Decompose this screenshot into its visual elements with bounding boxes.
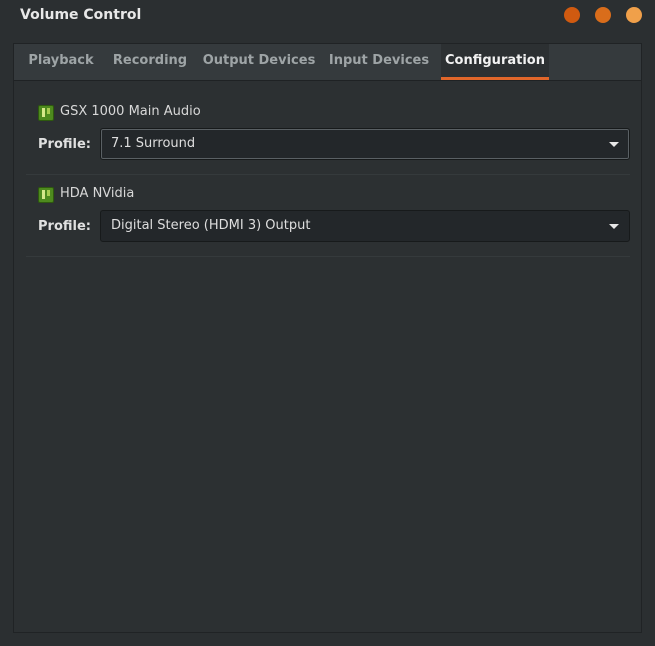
chevron-down-icon <box>609 224 619 229</box>
chevron-down-icon <box>609 142 619 147</box>
profile-label: Profile: <box>38 219 91 234</box>
tab-input-devices[interactable]: Input Devices <box>324 44 434 80</box>
profile-label: Profile: <box>38 137 91 152</box>
notebook: Playback Recording Output Devices Input … <box>13 43 642 633</box>
tab-output-devices[interactable]: Output Devices <box>200 44 318 80</box>
profile-dropdown[interactable]: 7.1 Surround <box>100 128 630 160</box>
profile-dropdown[interactable]: Digital Stereo (HDMI 3) Output <box>100 210 630 242</box>
device-name: HDA NVidia <box>60 186 135 201</box>
window-title: Volume Control <box>20 7 142 23</box>
sound-card-icon <box>38 187 54 203</box>
sound-card-icon <box>38 105 54 121</box>
title-bar: Volume Control <box>0 0 655 32</box>
minimize-button[interactable] <box>564 7 580 23</box>
maximize-button[interactable] <box>595 7 611 23</box>
device-card: GSX 1000 Main Audio Profile: 7.1 Surroun… <box>26 104 630 175</box>
tab-playback[interactable]: Playback <box>20 44 102 80</box>
device-card: HDA NVidia Profile: Digital Stereo (HDMI… <box>26 186 630 257</box>
tab-configuration[interactable]: Configuration <box>441 44 549 80</box>
profile-value: 7.1 Surround <box>111 136 196 151</box>
device-name: GSX 1000 Main Audio <box>60 104 201 119</box>
tab-bar: Playback Recording Output Devices Input … <box>14 44 641 81</box>
profile-value: Digital Stereo (HDMI 3) Output <box>111 218 311 233</box>
close-button[interactable] <box>626 7 642 23</box>
tab-recording[interactable]: Recording <box>106 44 194 80</box>
